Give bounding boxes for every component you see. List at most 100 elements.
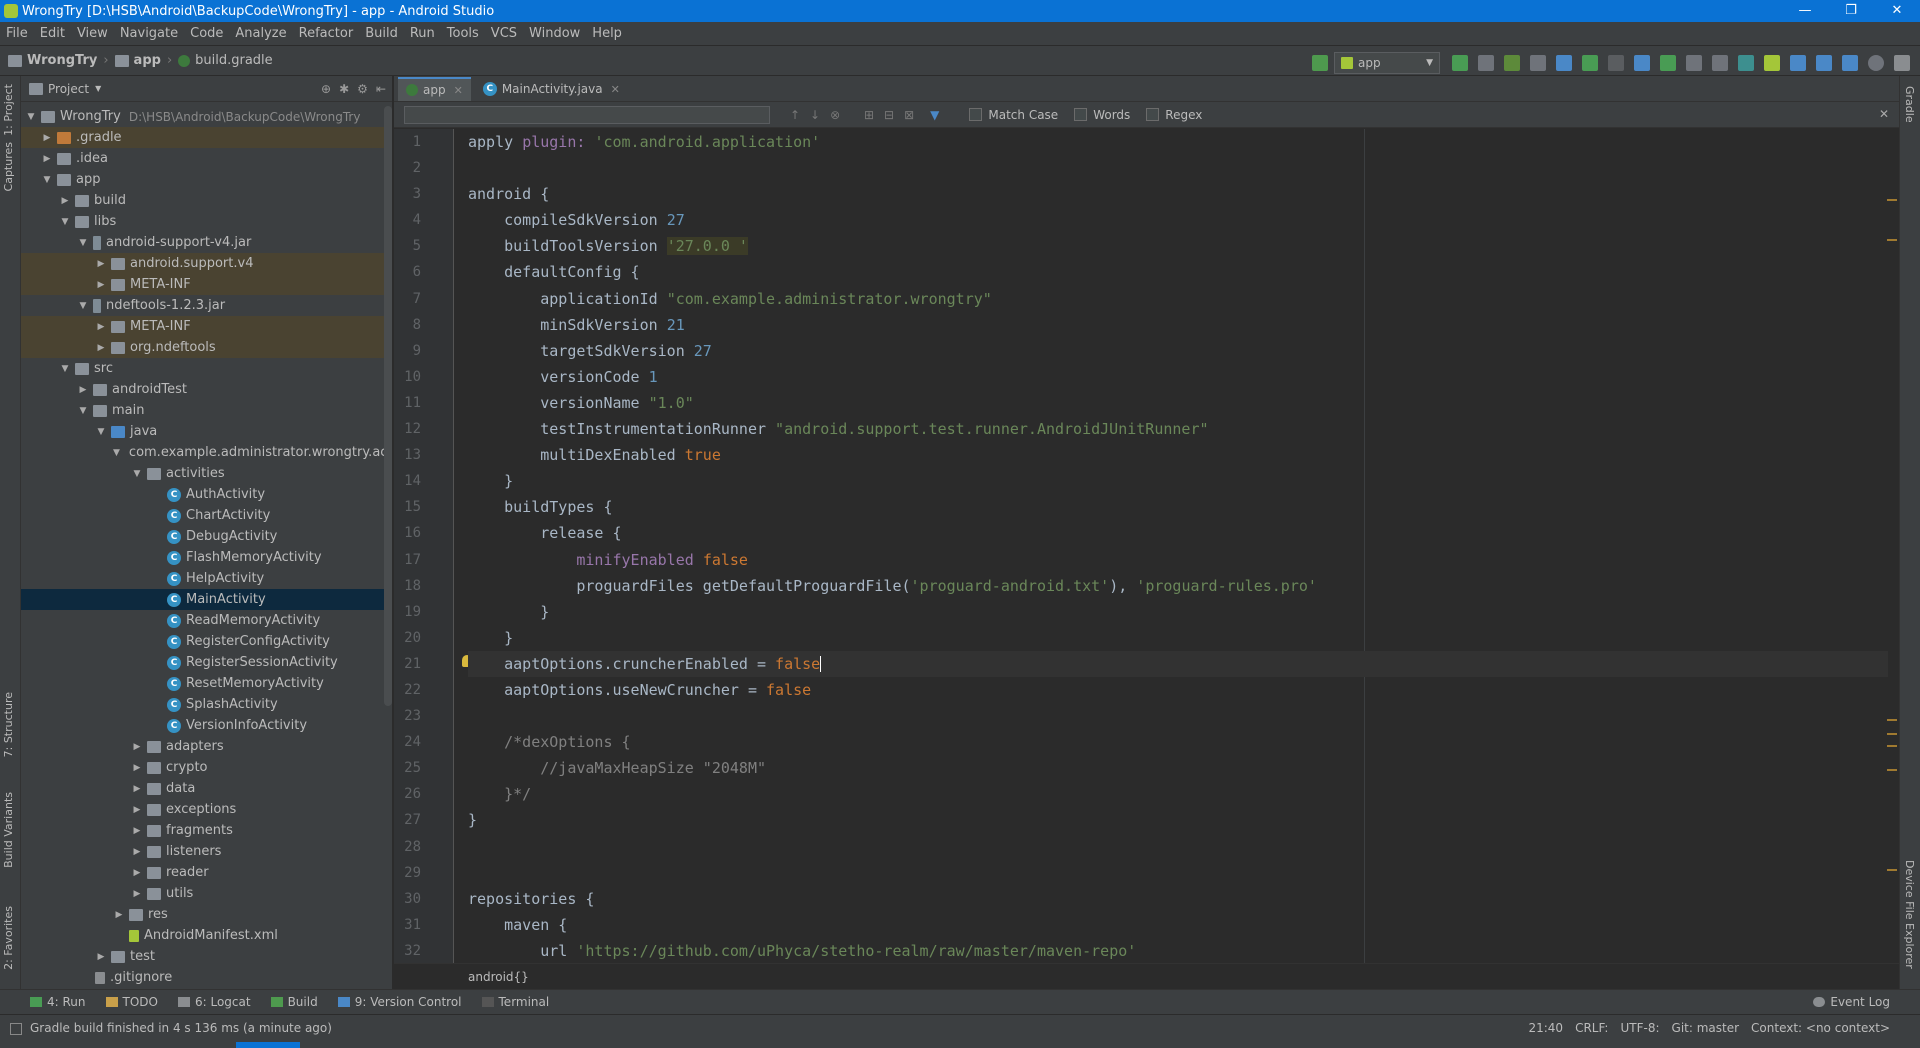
checkbox-box[interactable] [969, 108, 983, 121]
tree-row[interactable]: ▼ android-support-v4.jar [21, 232, 392, 253]
code-line[interactable]: /*dexOptions { [468, 729, 1888, 755]
search-input[interactable] [404, 105, 770, 124]
tree-row[interactable]: C ReadMemoryActivity [21, 610, 392, 631]
tab-build-variants[interactable]: Build Variants [2, 792, 15, 868]
code-line[interactable]: buildTypes { [468, 494, 1888, 520]
code-line[interactable]: aaptOptions.useNewCruncher = false [468, 677, 1888, 703]
code-line[interactable]: proguardFiles getDefaultProguardFile('pr… [468, 573, 1888, 599]
tree-row[interactable]: ▶ listeners [21, 841, 392, 862]
tree-row[interactable]: C ResetMemoryActivity [21, 673, 392, 694]
code-line[interactable] [468, 834, 1888, 860]
context-indicator[interactable]: Context: <no context> [1751, 1021, 1890, 1035]
menu-edit[interactable]: Edit [34, 26, 71, 41]
caret-position[interactable]: 21:40 [1528, 1021, 1563, 1035]
make-project-icon[interactable] [1312, 55, 1328, 71]
code-line[interactable]: targetSdkVersion 27 [468, 338, 1888, 364]
tree-row[interactable]: ▶ build [21, 190, 392, 211]
tab-device-file-explorer[interactable]: Device File Explorer [1903, 860, 1916, 969]
code-editor[interactable]: apply plugin: 'com.android.application' a… [468, 129, 1888, 963]
checkbox-box[interactable] [1074, 108, 1088, 121]
tree-row[interactable]: C RegisterSessionActivity [21, 652, 392, 673]
expand-arrow-icon[interactable]: ▶ [41, 154, 53, 164]
error-stripe[interactable] [1885, 129, 1899, 963]
line-separator[interactable]: CRLF: [1575, 1021, 1608, 1035]
tree-row[interactable]: ▼ src [21, 358, 392, 379]
match-case-checkbox[interactable]: Match Case [969, 108, 1058, 122]
tree-row[interactable]: ▶ crypto [21, 757, 392, 778]
tree-row[interactable]: ▼ libs [21, 211, 392, 232]
maximize-button[interactable]: ❐ [1828, 0, 1874, 22]
code-line[interactable]: multiDexEnabled true [468, 442, 1888, 468]
code-line[interactable]: url 'https://github.com/uPhyca/stetho-re… [468, 938, 1888, 964]
hide-panel-icon[interactable]: ⇤ [376, 82, 386, 96]
code-line[interactable] [468, 155, 1888, 181]
tree-row[interactable]: ▶ .idea [21, 148, 392, 169]
code-line[interactable]: release { [468, 520, 1888, 546]
close-find-icon[interactable]: ✕ [1879, 107, 1889, 121]
menu-run[interactable]: Run [404, 26, 441, 41]
tab-terminal[interactable]: Terminal [481, 995, 549, 1009]
warning-mark[interactable] [1887, 719, 1897, 721]
code-line[interactable]: buildToolsVersion '27.0.0 ' [468, 233, 1888, 259]
tree-row[interactable]: ▼ activities [21, 463, 392, 484]
tree-row[interactable]: ▶ test [21, 946, 392, 967]
expand-arrow-icon[interactable]: ▶ [95, 952, 107, 962]
expand-arrow-icon[interactable]: ▼ [59, 217, 71, 227]
close-tab-icon[interactable]: ✕ [454, 84, 463, 97]
project-scrollbar[interactable] [384, 106, 392, 706]
tree-row[interactable]: C SplashActivity [21, 694, 392, 715]
expand-arrow-icon[interactable]: ▶ [131, 868, 143, 878]
tree-row[interactable]: ▶ res [21, 904, 392, 925]
tree-row[interactable]: ▶ org.ndeftools [21, 337, 392, 358]
project-view-select[interactable]: Project [48, 82, 89, 96]
expand-arrow-icon[interactable]: ▼ [131, 469, 143, 479]
code-line[interactable]: aaptOptions.cruncherEnabled = false [468, 650, 1888, 677]
warning-mark[interactable] [1887, 199, 1897, 201]
close-tab-icon[interactable]: ✕ [611, 83, 620, 96]
tab-structure[interactable]: 7: Structure [2, 692, 15, 757]
code-line[interactable]: versionName "1.0" [468, 390, 1888, 416]
device-manager-icon[interactable] [1842, 55, 1858, 71]
expand-arrow-icon[interactable]: ▼ [77, 238, 89, 248]
project-structure-icon[interactable] [1816, 55, 1832, 71]
expand-arrow-icon[interactable]: ▶ [41, 133, 53, 143]
regex-checkbox[interactable]: Regex [1146, 108, 1202, 122]
tab-build[interactable]: Build [270, 995, 318, 1009]
tree-row[interactable]: ▶ android.support.v4 [21, 253, 392, 274]
checkbox-box[interactable] [1146, 108, 1160, 121]
tree-row[interactable]: C RegisterConfigActivity [21, 631, 392, 652]
sdk-manager-icon[interactable] [1790, 55, 1806, 71]
expand-arrow-icon[interactable]: ▶ [131, 784, 143, 794]
menu-tools[interactable]: Tools [441, 26, 485, 41]
code-line[interactable]: minifyEnabled false [468, 547, 1888, 573]
code-line[interactable]: testInstrumentationRunner "android.suppo… [468, 416, 1888, 442]
vcs-update-icon[interactable] [1634, 55, 1650, 71]
tree-row[interactable]: ▶ .gradle [21, 127, 392, 148]
menu-refactor[interactable]: Refactor [293, 26, 360, 41]
expand-arrow-icon[interactable]: ▶ [95, 322, 107, 332]
tree-row[interactable]: C VersionInfoActivity [21, 715, 392, 736]
debug-icon[interactable] [1504, 55, 1520, 71]
tree-row[interactable]: C ChartActivity [21, 505, 392, 526]
vcs-commit-icon[interactable] [1660, 55, 1676, 71]
menu-file[interactable]: File [0, 26, 34, 41]
menu-build[interactable]: Build [359, 26, 404, 41]
tab-version-control[interactable]: 9: Version Control [337, 995, 462, 1009]
tree-row[interactable]: ▼ ndeftools-1.2.3.jar [21, 295, 392, 316]
code-breadcrumb[interactable]: android{} [394, 963, 1899, 989]
chevron-down-icon[interactable]: ▼ [95, 84, 101, 93]
menu-code[interactable]: Code [184, 26, 229, 41]
expand-arrow-icon[interactable]: ▼ [59, 364, 71, 374]
tree-row[interactable]: ▶ androidTest [21, 379, 392, 400]
tree-row[interactable]: C FlashMemoryActivity [21, 547, 392, 568]
code-line[interactable]: } [468, 468, 1888, 494]
expand-arrow-icon[interactable]: ▶ [131, 742, 143, 752]
status-message[interactable]: Gradle build finished in 4 s 136 ms (a m… [30, 1021, 332, 1035]
expand-arrow-icon[interactable]: ▶ [95, 280, 107, 290]
expand-arrow-icon[interactable]: ▼ [77, 406, 89, 416]
warning-mark[interactable] [1887, 733, 1897, 735]
breadcrumb-project[interactable]: WrongTry [27, 53, 97, 68]
code-line[interactable]: }*/ [468, 781, 1888, 807]
run-with-coverage-icon[interactable] [1582, 55, 1598, 71]
menu-vcs[interactable]: VCS [485, 26, 523, 41]
